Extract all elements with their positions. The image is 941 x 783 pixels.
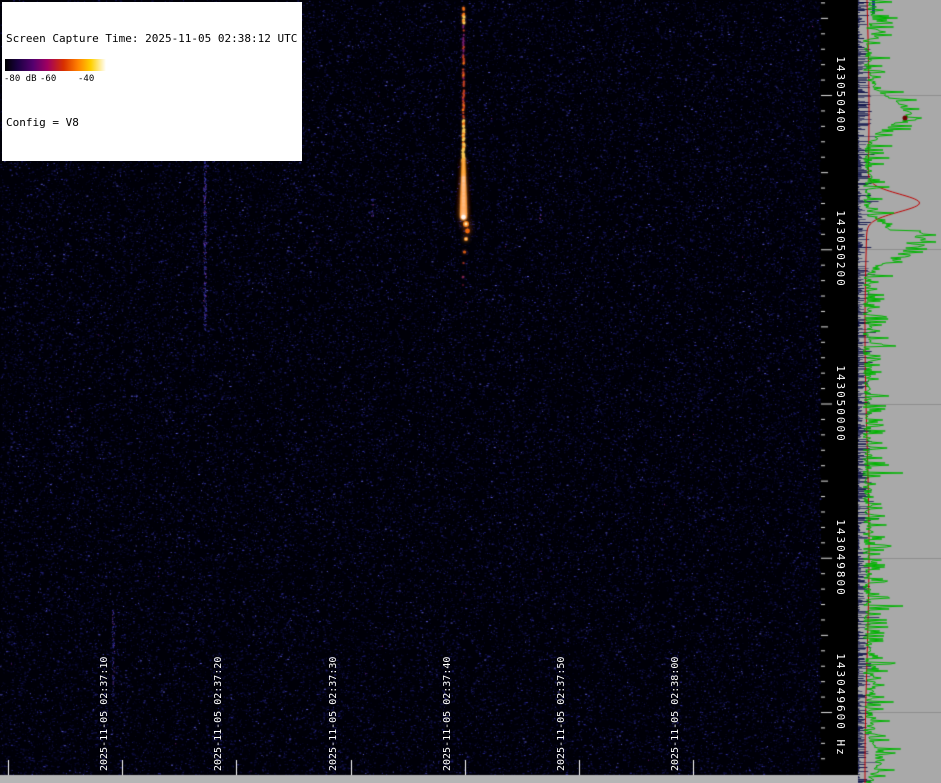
freq-label: 143049600 Hz (834, 653, 847, 756)
color-gradient-bar (5, 59, 106, 71)
capture-time-text: Screen Capture Time: 2025-11-05 02:38:12… (6, 32, 297, 46)
config-text: Config = V8 (6, 116, 297, 130)
time-label: 2025-11-05 02:38:00 (670, 657, 682, 771)
freq-label: 143050000 (834, 365, 847, 443)
colorbar-max-label: -40 (78, 74, 94, 84)
time-label: 2025-11-05 02:37:10 (99, 657, 111, 771)
colorbar-min-label: -80 dB (4, 74, 37, 84)
time-label: 2025-11-05 02:37:30 (328, 657, 340, 771)
time-label: 2025-11-05 02:37:20 (213, 657, 225, 771)
time-label: 2025-11-05 02:37:50 (556, 657, 568, 771)
freq-label: 143050400 (834, 56, 847, 134)
freq-label: 143050200 (834, 210, 847, 288)
color-scale-legend: -80 dB -60 -40 (2, 56, 110, 89)
time-label: 2025-11-05 02:37:40 (442, 657, 454, 771)
colorbar-mid-label: -60 (40, 74, 56, 84)
freq-label: 143049800 (834, 519, 847, 597)
spectrum-capture-screen: Screen Capture Time: 2025-11-05 02:38:12… (0, 0, 941, 783)
